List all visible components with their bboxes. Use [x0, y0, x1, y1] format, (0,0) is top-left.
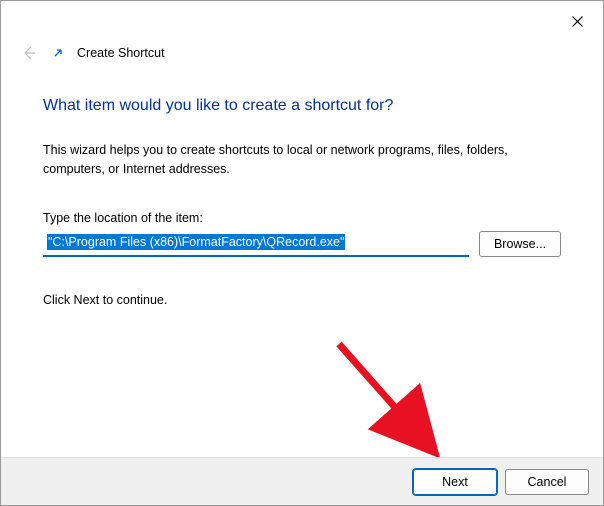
wizard-title: Create Shortcut [77, 46, 165, 60]
wizard-header: Create Shortcut [1, 39, 603, 73]
annotation-arrow [331, 336, 461, 466]
wizard-footer: Next Cancel [1, 457, 603, 505]
location-row: "C:\Program Files (x86)\FormatFactory\QR… [43, 231, 561, 257]
continue-hint: Click Next to continue. [43, 293, 561, 307]
shortcut-icon [51, 46, 65, 60]
location-label: Type the location of the item: [43, 211, 561, 225]
browse-button[interactable]: Browse... [479, 231, 561, 257]
next-button[interactable]: Next [413, 469, 497, 495]
back-button[interactable] [19, 43, 39, 63]
wizard-content: What item would you like to create a sho… [1, 73, 603, 307]
wizard-description: This wizard helps you to create shortcut… [43, 141, 561, 179]
page-heading: What item would you like to create a sho… [43, 97, 561, 115]
location-input-value: "C:\Program Files (x86)\FormatFactory\QR… [47, 234, 345, 250]
cancel-button[interactable]: Cancel [505, 469, 589, 495]
close-button[interactable] [565, 9, 589, 33]
location-input[interactable]: "C:\Program Files (x86)\FormatFactory\QR… [43, 231, 469, 257]
close-icon [572, 16, 583, 27]
titlebar [1, 1, 603, 39]
back-arrow-icon [21, 45, 37, 61]
